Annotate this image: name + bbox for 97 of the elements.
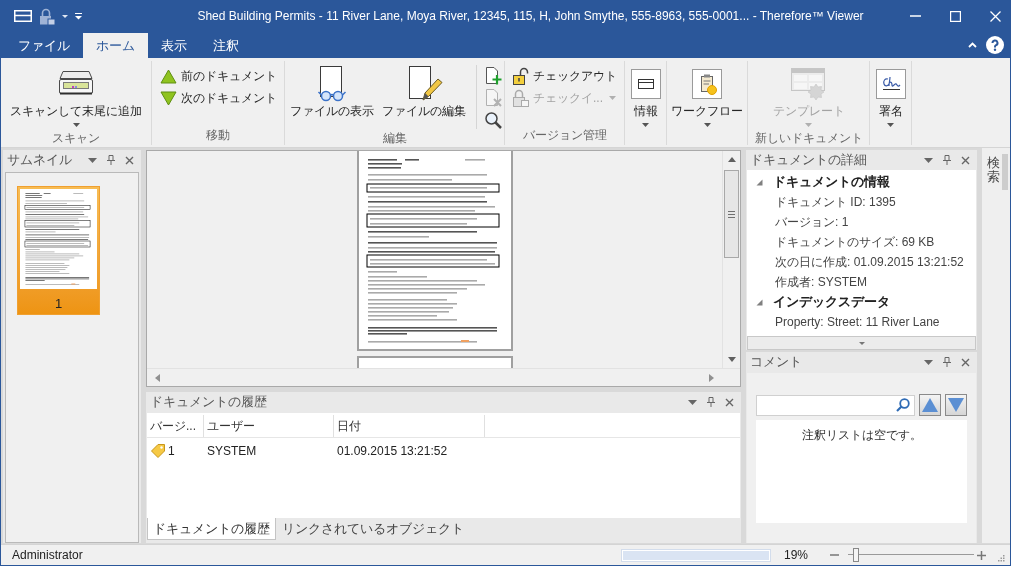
property-text: 作成者: SYSTEM [775,274,867,291]
padlock-icon [512,89,529,107]
empty-list-message: 注釈リストは空です。 [801,427,922,444]
column-header[interactable]: ユーザー [204,415,334,437]
maximize-icon[interactable] [950,10,961,22]
add-page-icon[interactable] [484,67,502,85]
property-text: Property: Street: 11 River Lane [775,314,940,331]
unlocked-padlock-icon [512,67,529,85]
scrollbar-thumb[interactable] [1002,154,1008,190]
check-out-button[interactable]: チェックアウト [510,65,619,87]
previous-document-button[interactable]: 前のドキュメント [157,65,279,87]
zoom-level: 19% [783,547,808,564]
property-text: バージョン: 1 [775,214,849,231]
close-icon[interactable] [961,357,970,367]
search-field[interactable] [756,394,915,416]
scrollbar-thumb[interactable] [724,170,739,258]
table-cell-text: 1 [168,442,175,460]
close-icon[interactable] [725,397,734,407]
scroll-right-icon[interactable] [709,373,714,382]
group-label: スキャン [52,129,100,147]
down-triangle-icon [159,90,177,106]
panel-title: コメント [750,353,802,372]
vertical-scrollbar[interactable] [722,151,740,368]
panel-tab[interactable]: リンクされているオブジェクト [276,518,470,540]
column-header[interactable]: 日付 [334,415,485,437]
group-label: 移動 [206,126,230,144]
table-cell-text: 01.09.2015 13:21:52 [337,442,448,460]
panel-tab[interactable]: ドキュメントの履歴 [147,518,276,540]
up-triangle-icon [159,68,177,84]
panel-title: サムネイル [7,151,72,170]
next-button[interactable] [945,394,967,416]
group-label: 編集 [382,129,407,147]
group-label: 新しいドキュメント [754,129,863,147]
group-label: バージョン管理 [522,126,607,144]
down-triangle-icon [948,398,964,412]
caret-icon [858,341,865,345]
close-icon[interactable] [125,155,134,165]
column-header[interactable]: バージ... [147,415,204,437]
ribbon-tab[interactable]: ホーム [83,33,148,58]
ribbon-tab[interactable]: ファイル [5,33,83,58]
card-icon [630,68,661,99]
up-triangle-icon [922,398,938,412]
tag-icon [150,442,166,459]
template-icon [790,67,827,100]
expander-icon[interactable] [756,298,763,306]
search-icon[interactable] [896,398,910,412]
window-menu-icon[interactable] [14,10,32,22]
search-icon[interactable] [484,111,502,129]
ribbon-tab[interactable]: 表示 [148,33,200,58]
pin-icon[interactable] [943,357,951,367]
section-heading[interactable]: ドキュメントの情報 [773,172,890,192]
dropdown-icon[interactable] [88,157,97,163]
clipboard-icon [692,68,722,99]
customize-icon[interactable] [75,12,82,20]
panel-title: ドキュメントの詳細 [750,151,867,170]
signature-icon [875,68,906,99]
scan-append-button[interactable]: スキャンして末尾に追加 [7,65,145,129]
page-thumbnail[interactable]: 1 [17,186,100,315]
scroll-up-icon[interactable] [727,157,736,162]
close-icon[interactable] [961,155,970,165]
zoom-slider[interactable] [848,548,974,562]
scanner-icon [58,70,94,97]
next-document-button[interactable]: 次のドキュメント [157,87,279,109]
slider-thumb[interactable] [852,548,859,562]
resize-grip-icon[interactable] [998,555,1005,562]
zoom-in-icon[interactable] [977,550,986,560]
expander-icon[interactable] [756,178,763,186]
panel-title: ドキュメントの履歴 [150,393,267,412]
ribbon-tab[interactable]: 注釈 [200,33,252,58]
padlock-icon[interactable] [39,7,55,25]
dropdown-icon[interactable] [924,157,933,163]
property-text: ドキュメントのサイズ: 69 KB [775,234,935,251]
dropdown-icon[interactable] [924,359,933,365]
pin-icon[interactable] [107,155,115,165]
workflow-button[interactable]: ワークフロー [668,65,746,129]
help-icon[interactable] [986,35,1004,54]
property-text: 次の日に作成: 01.09.2015 13:21:52 [775,254,964,271]
signature-button[interactable]: 署名 [872,65,909,129]
caret-icon[interactable] [62,14,68,18]
search-tab[interactable]: 検索 [987,156,1000,185]
pin-icon[interactable] [707,397,715,407]
grip-icon [728,210,735,218]
dropdown-icon[interactable] [688,399,697,405]
scroll-left-icon[interactable] [155,373,160,382]
user-name: Administrator [11,547,83,564]
property-text: ドキュメント ID: 1395 [775,194,896,211]
pin-icon[interactable] [943,155,951,165]
view-file-button[interactable]: ファイルの表示 [287,65,377,121]
scroll-down-icon[interactable] [727,357,736,362]
collapse-ribbon-icon[interactable] [968,41,977,48]
window-title: Shed Building Permits - 11 River Lane, Moya River, 12345, 115, H, John Smythe, 555-8963, 555-0001... - Therefore™ Viewer [196,8,865,25]
info-button[interactable]: 情報 [627,65,664,129]
edit-file-button[interactable]: ファイルの編集 [379,65,469,121]
previous-button[interactable] [919,394,941,416]
table-cell-text: SYSTEM [207,442,257,460]
section-heading[interactable]: インデックスデータ [773,292,890,312]
page-number: 1 [54,295,63,313]
